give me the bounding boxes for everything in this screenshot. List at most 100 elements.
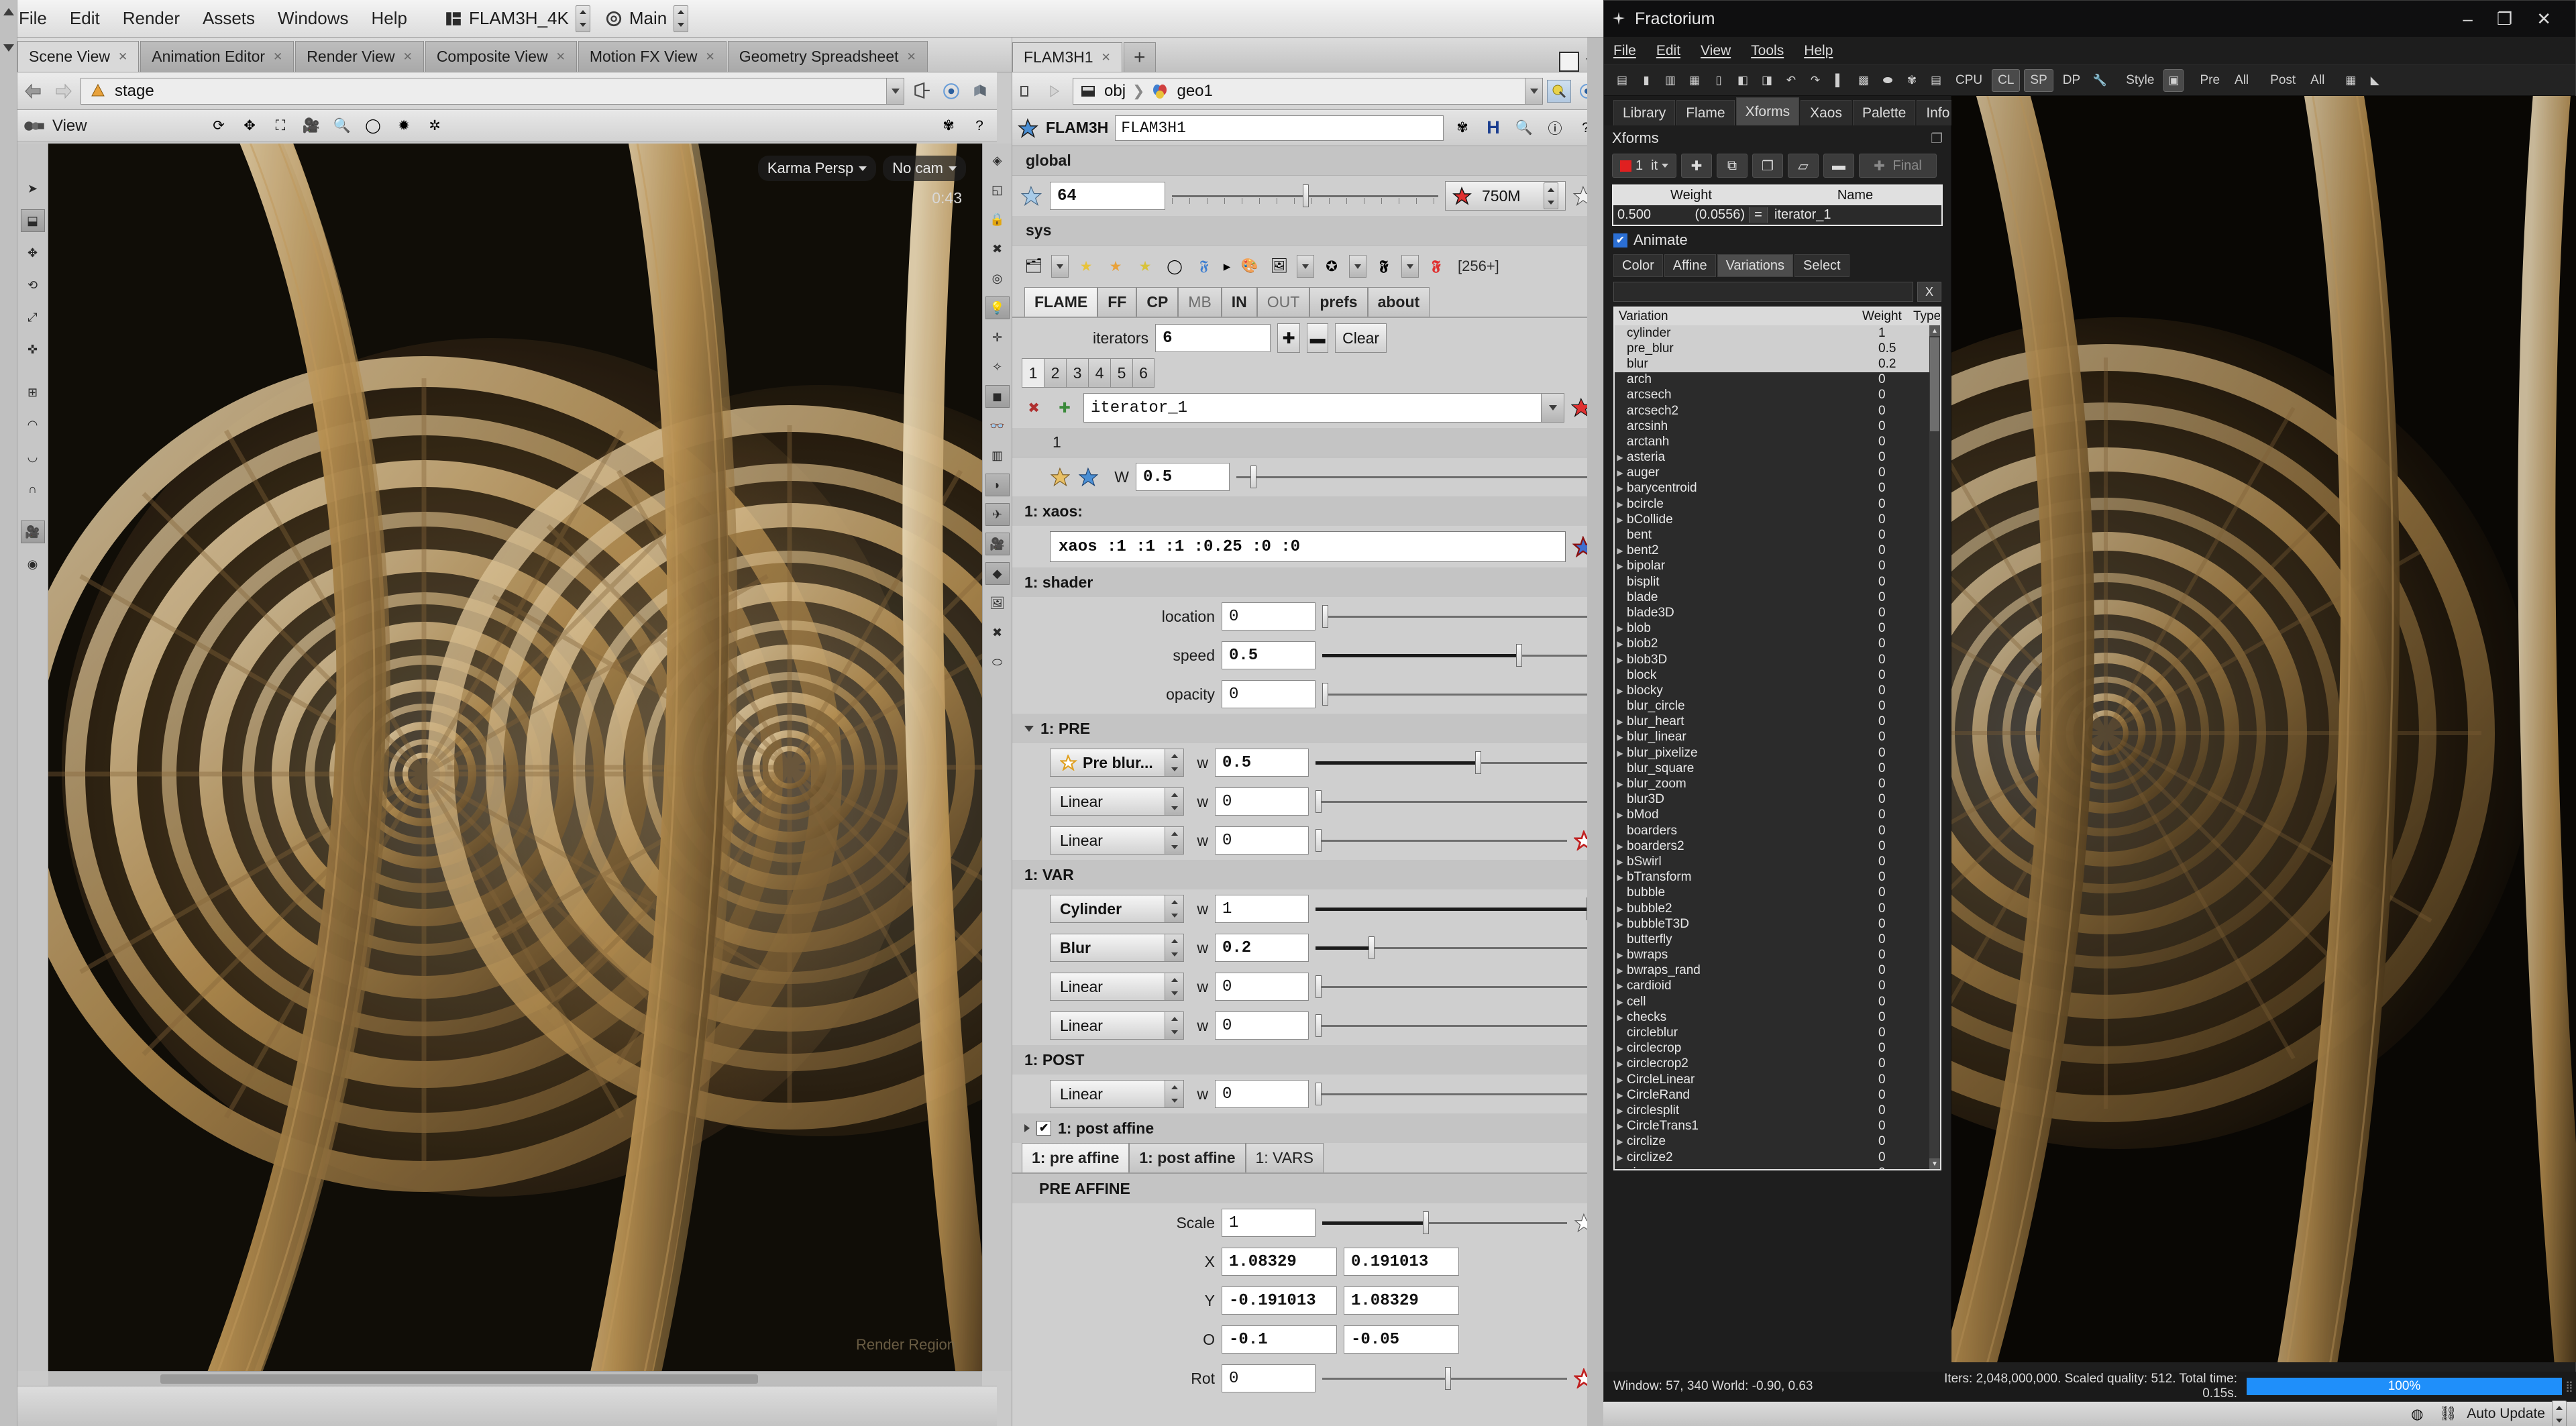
tab-post-affine[interactable]: 1: post affine — [1129, 1143, 1245, 1172]
var-slider-0[interactable] — [1316, 895, 1595, 923]
expand-icon[interactable]: ▶ — [1615, 639, 1625, 649]
xform-selector[interactable]: 1 it — [1612, 154, 1676, 178]
sys-flame-red-icon[interactable]: 𝕱 — [1424, 255, 1448, 278]
chevron-down-icon[interactable] — [1525, 78, 1542, 104]
expand-icon[interactable]: ▶ — [1615, 950, 1625, 960]
sys-palette-icon[interactable]: 🎨 — [1238, 255, 1262, 278]
shader-location-input[interactable]: 0 — [1222, 602, 1316, 630]
sys-flame-black-icon[interactable]: 𝕱 — [1372, 255, 1396, 278]
var-variation-1[interactable]: Blur — [1050, 934, 1184, 962]
var-slider-1[interactable] — [1316, 934, 1595, 962]
expand-icon[interactable]: ▶ — [1615, 453, 1625, 462]
xform-tab-affine[interactable]: Affine — [1664, 254, 1716, 277]
variation-row[interactable]: ▶circlize20 — [1615, 1150, 1929, 1165]
expand-icon[interactable]: ▶ — [1615, 981, 1625, 991]
expand-icon[interactable]: ▶ — [1615, 997, 1625, 1007]
variation-weight[interactable]: 0 — [1878, 808, 1915, 822]
variation-weight[interactable]: 0 — [1878, 575, 1915, 590]
var-variation-2[interactable]: Linear — [1050, 973, 1184, 1001]
iterator-tab-4[interactable]: 4 — [1088, 358, 1110, 388]
iterator-tab-1[interactable]: 1 — [1022, 358, 1044, 388]
variation-weight[interactable]: 0 — [1878, 481, 1915, 496]
var-slider-2[interactable] — [1316, 973, 1595, 1001]
variation-row[interactable]: blur_circle0 — [1615, 699, 1929, 714]
variation-weight[interactable]: 0 — [1878, 761, 1915, 776]
fr-menu-tools[interactable]: Tools — [1751, 43, 1784, 59]
resize-grip-icon[interactable]: ⣿ — [2562, 1380, 2576, 1393]
variation-row[interactable]: block0 — [1615, 667, 1929, 683]
sys-flame-dropdown[interactable] — [1401, 255, 1419, 278]
close-icon[interactable]: ✕ — [1102, 51, 1111, 64]
variation-weight[interactable]: 0 — [1878, 388, 1915, 402]
variation-weight[interactable]: 0 — [1878, 963, 1915, 978]
lock-icon[interactable]: 🔒 — [985, 208, 1010, 231]
variation-row[interactable]: arcsinh0 — [1615, 419, 1929, 434]
pre-weight-2[interactable]: 0 — [1215, 826, 1309, 855]
var-variation-0[interactable]: Cylinder — [1050, 895, 1184, 923]
save-flame-icon[interactable]: ▥ — [1660, 69, 1680, 92]
gutter-down-arrow[interactable] — [3, 44, 14, 52]
expand-icon[interactable]: ▶ — [1615, 1153, 1625, 1162]
expand-icon[interactable]: ▶ — [1615, 655, 1625, 665]
iterator-tab-5[interactable]: 5 — [1110, 358, 1132, 388]
node-back-icon[interactable] — [1016, 80, 1040, 103]
variation-row[interactable]: ▶bSwirl0 — [1615, 854, 1929, 869]
iterator-tab-3[interactable]: 3 — [1066, 358, 1088, 388]
tab-out[interactable]: OUT — [1257, 287, 1310, 317]
pre-slider-0[interactable] — [1316, 749, 1595, 777]
render-flag-icon[interactable]: ◍ — [2405, 1403, 2429, 1425]
viewport-lens-icon[interactable]: ◉ — [21, 553, 45, 575]
chevron-down-icon[interactable] — [1541, 394, 1564, 422]
expand-icon[interactable]: ▶ — [1615, 1091, 1625, 1100]
expand-icon[interactable]: ▶ — [1615, 1106, 1625, 1115]
affine-x1-input[interactable]: 1.08329 — [1222, 1248, 1337, 1276]
ellipse-icon[interactable]: ⬬ — [1878, 69, 1898, 92]
images-icon[interactable]: 🖼 — [985, 592, 1010, 614]
shading-icon[interactable]: ◎ — [985, 267, 1010, 290]
gear-icon[interactable]: ✾ — [1902, 69, 1922, 92]
post-affine-expand-icon[interactable] — [1024, 1124, 1030, 1132]
iterators-input[interactable]: 6 — [1155, 324, 1271, 352]
menu-file[interactable]: File — [19, 8, 47, 29]
spinner[interactable] — [1165, 1081, 1183, 1107]
variation-weight[interactable]: 1 — [1878, 326, 1915, 341]
close-icon[interactable]: ✕ — [705, 50, 714, 64]
variation-weight[interactable]: 0 — [1878, 979, 1915, 993]
viewport-camera-icon[interactable]: 🎥 — [21, 520, 45, 543]
variation-weight[interactable]: 0 — [1878, 668, 1915, 683]
spinner[interactable] — [1165, 895, 1183, 922]
expand-icon[interactable]: ▶ — [1615, 779, 1625, 789]
library-icon[interactable]: ▤ — [1926, 69, 1946, 92]
spinner[interactable] — [1165, 934, 1183, 961]
sys-load-dropdown[interactable] — [1051, 255, 1069, 278]
variation-weight[interactable]: 0 — [1878, 1041, 1915, 1056]
variation-weight[interactable]: 0 — [1878, 824, 1915, 838]
add-iterator-button[interactable]: ✚ — [1277, 323, 1300, 353]
houdini-h-icon[interactable]: H — [1481, 117, 1505, 140]
panel-maximize-icon[interactable] — [1559, 52, 1579, 72]
cube-icon[interactable] — [969, 80, 993, 103]
menu-assets[interactable]: Assets — [203, 8, 255, 29]
variation-row[interactable]: ▶blob3D0 — [1615, 652, 1929, 667]
tab-vars[interactable]: 1: VARS — [1246, 1143, 1324, 1172]
variation-weight[interactable]: 0 — [1878, 450, 1915, 465]
variation-row[interactable]: ▶blocky0 — [1615, 683, 1929, 698]
iterator-name-combo[interactable]: iterator_1 — [1083, 393, 1564, 423]
display-options-icon[interactable]: ◈ — [985, 149, 1010, 172]
variation-row[interactable]: ▶blob0 — [1615, 621, 1929, 637]
snap-point-icon[interactable]: ◡ — [21, 445, 45, 468]
var-weight-3[interactable]: 0 — [1215, 1011, 1309, 1040]
variation-row[interactable]: ▶cell0 — [1615, 994, 1929, 1009]
xaos-input[interactable]: xaos :1 :1 :1 :0.25 :0 :0 — [1050, 531, 1566, 562]
delete-iterator-icon[interactable]: ✖ — [1022, 396, 1046, 419]
shader-opacity-input[interactable]: 0 — [1222, 680, 1316, 708]
expand-icon[interactable]: ▶ — [1615, 515, 1625, 525]
variation-weight[interactable]: 0 — [1878, 528, 1915, 543]
pre-slider-2[interactable] — [1316, 826, 1567, 855]
camera2-icon[interactable]: 🎥 — [985, 533, 1010, 555]
shader-location-slider[interactable] — [1322, 602, 1595, 630]
spinner[interactable] — [1165, 973, 1183, 1000]
variation-weight[interactable]: 0 — [1878, 995, 1915, 1009]
device-cpu-button[interactable]: CPU — [1950, 69, 1988, 92]
transform-tool-icon[interactable]: ✜ — [21, 338, 45, 361]
